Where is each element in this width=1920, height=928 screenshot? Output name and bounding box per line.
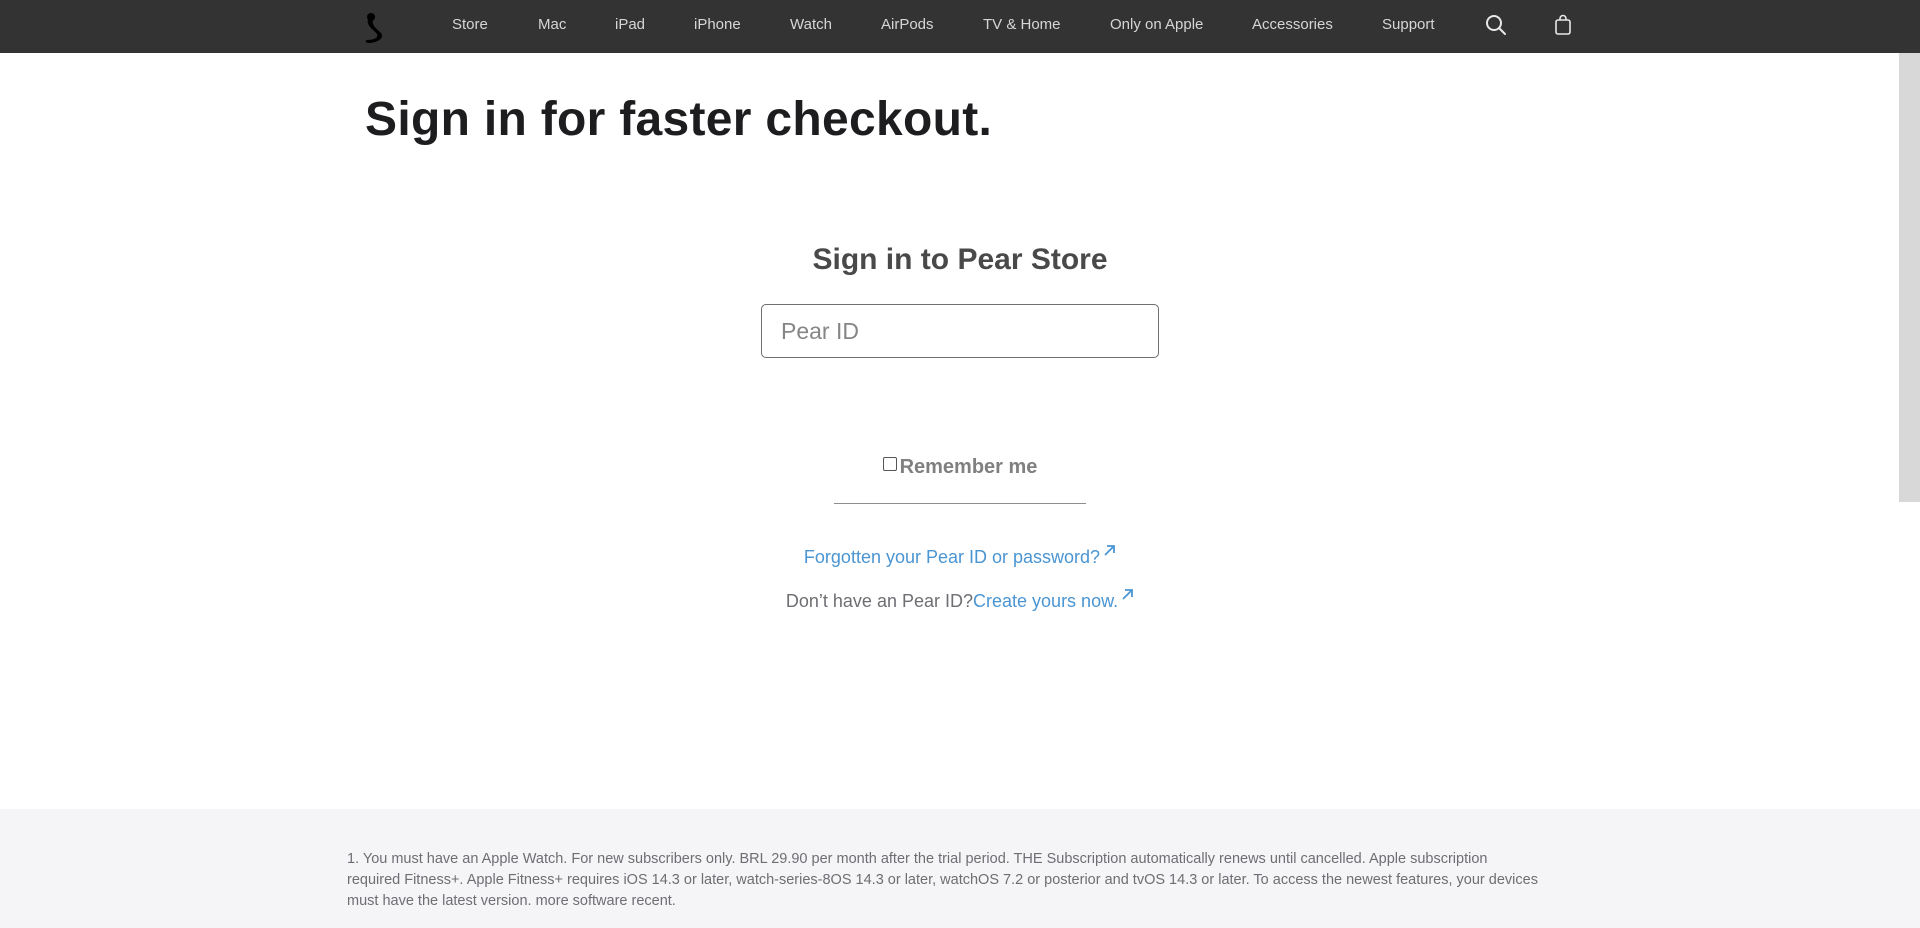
global-nav: Store Mac iPad iPhone Watch AirPods TV &… [0, 0, 1920, 53]
external-arrow-icon [1104, 545, 1115, 556]
create-account-link[interactable]: Create yours now. [973, 591, 1118, 611]
nav-item-iphone[interactable]: iPhone [694, 16, 741, 33]
remember-me-label[interactable]: Remember me [900, 456, 1038, 478]
search-icon[interactable] [1484, 13, 1508, 37]
pear-logo-icon[interactable] [357, 9, 393, 49]
footnote-text: 1. You must have an Apple Watch. For new… [347, 851, 1538, 909]
nav-item-support[interactable]: Support [1382, 16, 1435, 33]
nav-item-watch[interactable]: Watch [790, 16, 832, 33]
page-title: Sign in for faster checkout. [365, 93, 993, 146]
remember-me-row: Remember me [0, 456, 1920, 479]
signin-heading: Sign in to Pear Store [812, 243, 1108, 276]
nav-item-accessories[interactable]: Accessories [1252, 16, 1333, 33]
shopping-bag-icon[interactable] [1551, 13, 1575, 37]
external-arrow-icon [1122, 589, 1133, 600]
nav-item-only-on-apple[interactable]: Only on Apple [1110, 16, 1203, 33]
scrollbar-thumb[interactable] [1899, 53, 1920, 502]
forgot-row: Forgotten your Pear ID or password? [0, 544, 1920, 568]
nav-item-store[interactable]: Store [452, 16, 488, 33]
nav-item-mac[interactable]: Mac [538, 16, 566, 33]
nav-item-airpods[interactable]: AirPods [881, 16, 934, 33]
nav-item-tv-home[interactable]: TV & Home [983, 16, 1061, 33]
forgot-id-link[interactable]: Forgotten your Pear ID or password? [804, 547, 1100, 567]
nav-item-ipad[interactable]: iPad [615, 16, 645, 33]
pear-id-input[interactable] [761, 304, 1159, 358]
footer: 1. You must have an Apple Watch. For new… [0, 809, 1920, 928]
create-account-row: Don’t have an Pear ID?Create yours now. [0, 588, 1920, 612]
divider [834, 503, 1086, 504]
remember-me-checkbox[interactable] [882, 457, 897, 471]
no-account-text: Don’t have an Pear ID? [785, 591, 974, 611]
